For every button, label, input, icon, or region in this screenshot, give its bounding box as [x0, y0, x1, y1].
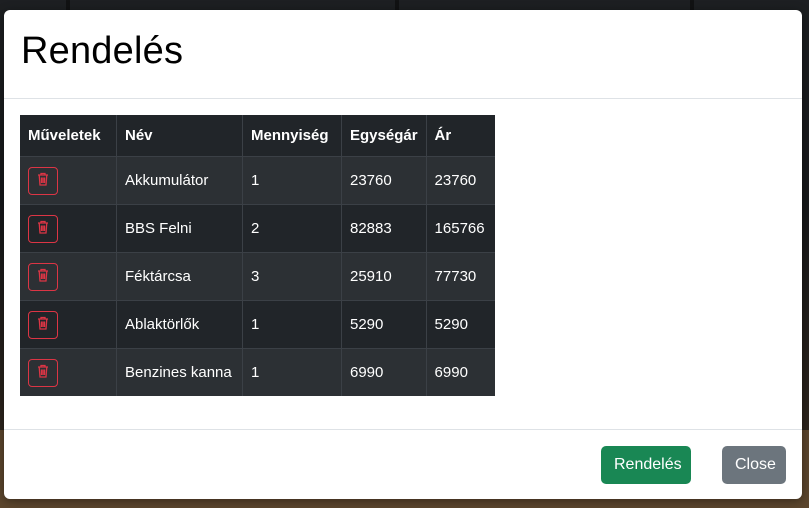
table-row: Féktárcsa 3 25910 77730 [20, 252, 495, 301]
modal-title: Rendelés [21, 30, 184, 72]
column-header-unit-price: Egységár [341, 115, 427, 157]
item-name: Benzines kanna [116, 348, 243, 396]
modal-header: Rendelés [4, 10, 802, 99]
delete-button[interactable] [28, 358, 58, 387]
table-row: BBS Felni 2 82883 165766 [20, 204, 495, 253]
table-row: Ablaktörlők 1 5290 5290 [20, 300, 495, 349]
item-quantity: 3 [242, 252, 342, 301]
column-header-price: Ár [425, 115, 495, 157]
item-price: 165766 [425, 204, 495, 253]
item-name: Ablaktörlők [116, 300, 243, 349]
trash-icon [37, 316, 49, 333]
order-modal: Rendelés Műveletek Név Mennyiség Egységá… [4, 10, 802, 499]
modal-footer: Rendelés Close [4, 429, 802, 499]
item-unit-price: 5290 [341, 300, 427, 349]
item-name: Akkumulátor [116, 156, 243, 205]
item-unit-price: 25910 [341, 252, 427, 301]
item-unit-price: 23760 [341, 156, 427, 205]
delete-button[interactable] [28, 310, 58, 339]
item-quantity: 2 [242, 204, 342, 253]
actions-cell [20, 348, 117, 396]
delete-button[interactable] [28, 262, 58, 291]
trash-icon [37, 172, 49, 189]
actions-cell [20, 300, 117, 349]
table-row: Benzines kanna 1 6990 6990 [20, 348, 495, 396]
delete-button[interactable] [28, 214, 58, 243]
close-button[interactable]: Close [722, 446, 786, 484]
actions-cell [20, 156, 117, 205]
item-name: BBS Felni [116, 204, 243, 253]
item-unit-price: 6990 [341, 348, 427, 396]
table-row: Akkumulátor 1 23760 23760 [20, 156, 495, 205]
item-price: 6990 [425, 348, 495, 396]
column-header-name: Név [116, 115, 243, 157]
item-quantity: 1 [242, 300, 342, 349]
actions-cell [20, 204, 117, 253]
trash-icon [37, 220, 49, 237]
column-header-quantity: Mennyiség [242, 115, 342, 157]
order-table: Műveletek Név Mennyiség Egységár Ár Akku… [20, 115, 495, 396]
item-quantity: 1 [242, 348, 342, 396]
trash-icon [37, 364, 49, 381]
order-button[interactable]: Rendelés [601, 446, 691, 484]
column-header-actions: Műveletek [20, 115, 117, 157]
delete-button[interactable] [28, 166, 58, 195]
table-header-row: Műveletek Név Mennyiség Egységár Ár [20, 115, 495, 157]
item-price: 5290 [425, 300, 495, 349]
modal-body: Műveletek Név Mennyiség Egységár Ár Akku… [4, 99, 802, 429]
trash-icon [37, 268, 49, 285]
item-price: 23760 [425, 156, 495, 205]
item-unit-price: 82883 [341, 204, 427, 253]
actions-cell [20, 252, 117, 301]
item-quantity: 1 [242, 156, 342, 205]
item-name: Féktárcsa [116, 252, 243, 301]
item-price: 77730 [425, 252, 495, 301]
